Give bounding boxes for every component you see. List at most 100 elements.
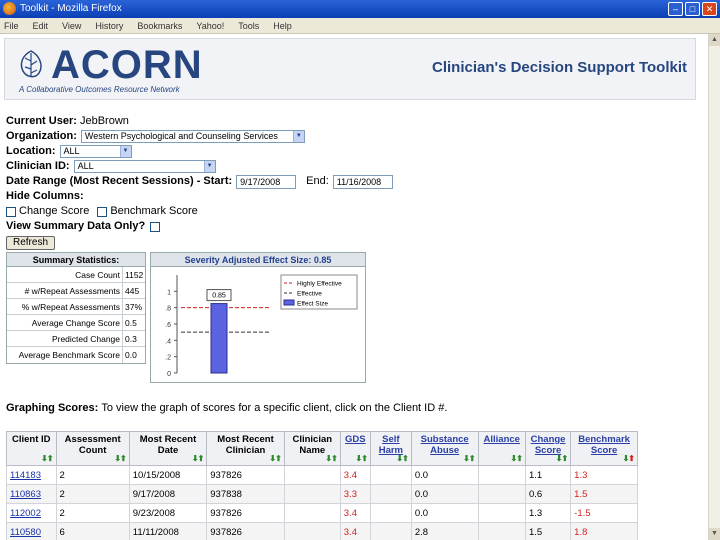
column-header-label[interactable]: Alliance	[484, 434, 520, 445]
menu-bar: File Edit View History Bookmarks Yahoo! …	[0, 18, 720, 34]
menu-yahoo[interactable]: Yahoo!	[196, 18, 224, 33]
column-header[interactable]: GDS ⬇⬆	[339, 431, 371, 466]
location-select[interactable]: ALL ▼	[59, 145, 132, 158]
organization-select[interactable]: Western Psychological and Counseling Ser…	[80, 130, 305, 143]
menu-file[interactable]: File	[4, 18, 19, 33]
scroll-down-icon[interactable]: ▼	[709, 528, 720, 540]
summary-only-checkbox[interactable]	[150, 221, 161, 232]
table-cell: 1.1	[524, 465, 572, 485]
change-score-checkbox[interactable]	[6, 206, 16, 217]
summary-row-label: % w/Repeat Assessments	[7, 299, 123, 314]
sort-arrows-icon[interactable]: ⬇⬆	[623, 453, 635, 464]
menu-view[interactable]: View	[62, 18, 81, 33]
sort-arrows-icon[interactable]: ⬇⬆	[269, 453, 281, 464]
sort-arrows-icon[interactable]: ⬇⬆	[114, 453, 126, 464]
scroll-up-icon[interactable]: ▲	[709, 34, 720, 46]
start-date-input[interactable]: 9/17/2008	[236, 174, 297, 189]
menu-help[interactable]: Help	[273, 18, 292, 33]
client-id-link[interactable]: 112002	[6, 503, 57, 523]
y-tick-label: .2	[165, 355, 171, 362]
summary-row-label: Average Benchmark Score	[7, 347, 123, 363]
table-body: 114183 2 10/15/2008 937826 3.4 0.0 1.1 1.3 11086…	[6, 465, 638, 540]
location-value: ALL	[63, 146, 80, 156]
column-header: Clinician Name ⬇⬆	[283, 431, 341, 466]
summary-row: # w/Repeat Assessments 445	[7, 283, 145, 299]
table-cell	[477, 503, 526, 523]
effect-size-chart: 0 .2 .4 .6 .8 1 0.85 Highly Effective Effective E…	[165, 274, 358, 378]
column-header: Most Recent Clinician ⬇⬆	[206, 431, 285, 466]
benchmark-score-checkbox[interactable]	[97, 206, 108, 217]
menu-history[interactable]: History	[95, 18, 123, 33]
summary-row: Average Change Score 0.5	[7, 315, 145, 331]
summary-row-value: 0.5	[125, 318, 137, 328]
summary-row-value: 0.0	[125, 350, 137, 360]
column-header-label[interactable]: GDS	[345, 434, 366, 445]
summary-row: Predicted Change 0.3	[7, 331, 145, 347]
summary-row: % w/Repeat Assessments 37%	[7, 299, 145, 315]
table-row: 114183 2 10/15/2008 937826 3.4 0.0 1.1 1.3	[6, 465, 638, 485]
table-cell: 1.8	[570, 522, 638, 540]
table-cell: 2.8	[410, 522, 479, 540]
sort-arrows-icon[interactable]: ⬇⬆	[325, 453, 337, 464]
logo-wordmark: ACORN	[51, 43, 203, 87]
legend-label: Effect Size	[297, 301, 328, 308]
column-header[interactable]: Change Score ⬇⬆	[524, 431, 572, 466]
window-title: Toolkit - Mozilla Firefox	[20, 3, 122, 14]
summary-row: Case Count 1152	[7, 267, 145, 283]
summary-row-value: 0.3	[125, 334, 137, 344]
summary-statistics-panel: Summary Statistics: Case Count 1152 # w/R…	[6, 252, 146, 364]
menu-tools[interactable]: Tools	[238, 18, 259, 33]
summary-row-value: 37%	[125, 302, 143, 312]
client-table: Client ID ⬇⬆ Assessment Count ⬇⬆ Most Recent…	[6, 431, 638, 540]
acorn-leaf-icon	[20, 50, 42, 78]
page-title: Clinician's Decision Support Toolkit	[432, 59, 687, 76]
vertical-scrollbar[interactable]: ▲ ▼	[708, 34, 720, 540]
client-id-link[interactable]: 110580	[6, 522, 57, 540]
menu-bookmarks[interactable]: Bookmarks	[137, 18, 182, 33]
graphing-label: Graphing Scores:	[6, 402, 99, 414]
column-header[interactable]: Alliance ⬇⬆	[477, 431, 526, 466]
organization-label: Organization:	[6, 130, 77, 142]
table-cell: 6	[55, 522, 130, 540]
table-cell: 937826	[206, 503, 285, 523]
table-cell	[477, 465, 526, 485]
column-header[interactable]: Substance Abuse ⬇⬆	[410, 431, 479, 466]
column-header[interactable]: Benchmark Score ⬇⬆	[570, 431, 638, 466]
sort-arrows-icon[interactable]: ⬇⬆	[356, 453, 368, 464]
column-header-label: Client ID	[12, 434, 51, 445]
summary-row-label: Case Count	[7, 267, 123, 282]
table-cell: 11/11/2008	[128, 522, 208, 540]
table-cell	[369, 503, 412, 523]
refresh-button[interactable]: Refresh	[6, 235, 56, 250]
clinician-select[interactable]: ALL ▼	[73, 160, 216, 173]
table-cell: 0.0	[410, 503, 479, 523]
chevron-down-icon: ▼	[203, 161, 215, 172]
sort-arrows-icon[interactable]: ⬇⬆	[396, 453, 408, 464]
chevron-down-icon: ▼	[292, 131, 304, 142]
column-header[interactable]: Self Harm ⬇⬆	[369, 431, 412, 466]
table-row: 110863 2 9/17/2008 937838 3.3 0.0 0.6 1.5	[6, 484, 638, 504]
window-titlebar: Toolkit - Mozilla Firefox – □ ✕	[0, 0, 720, 18]
sort-arrows-icon[interactable]: ⬇⬆	[556, 453, 568, 464]
sort-arrows-icon[interactable]: ⬇⬆	[41, 453, 53, 464]
table-cell: 1.5	[524, 522, 572, 540]
table-cell	[477, 522, 526, 540]
client-id-link[interactable]: 114183	[6, 465, 57, 485]
sort-arrows-icon[interactable]: ⬇⬆	[463, 453, 475, 464]
maximize-button[interactable]: □	[685, 2, 700, 16]
client-id-link[interactable]: 110863	[6, 484, 57, 504]
sort-arrows-icon[interactable]: ⬇⬆	[192, 453, 204, 464]
table-cell: 2	[55, 484, 130, 504]
column-header-label[interactable]: Substance Abuse	[421, 434, 469, 456]
menu-edit[interactable]: Edit	[33, 18, 49, 33]
table-cell	[369, 484, 412, 504]
end-date-input[interactable]: 11/16/2008	[332, 174, 393, 189]
sort-arrows-icon[interactable]: ⬇⬆	[511, 453, 523, 464]
table-cell: -1.5	[570, 503, 638, 523]
minimize-button[interactable]: –	[668, 2, 683, 16]
hide-columns-label: Hide Columns:	[6, 190, 84, 202]
table-cell: 3.4	[339, 522, 371, 540]
table-cell	[283, 503, 341, 523]
close-button[interactable]: ✕	[702, 2, 717, 16]
table-cell	[369, 522, 412, 540]
